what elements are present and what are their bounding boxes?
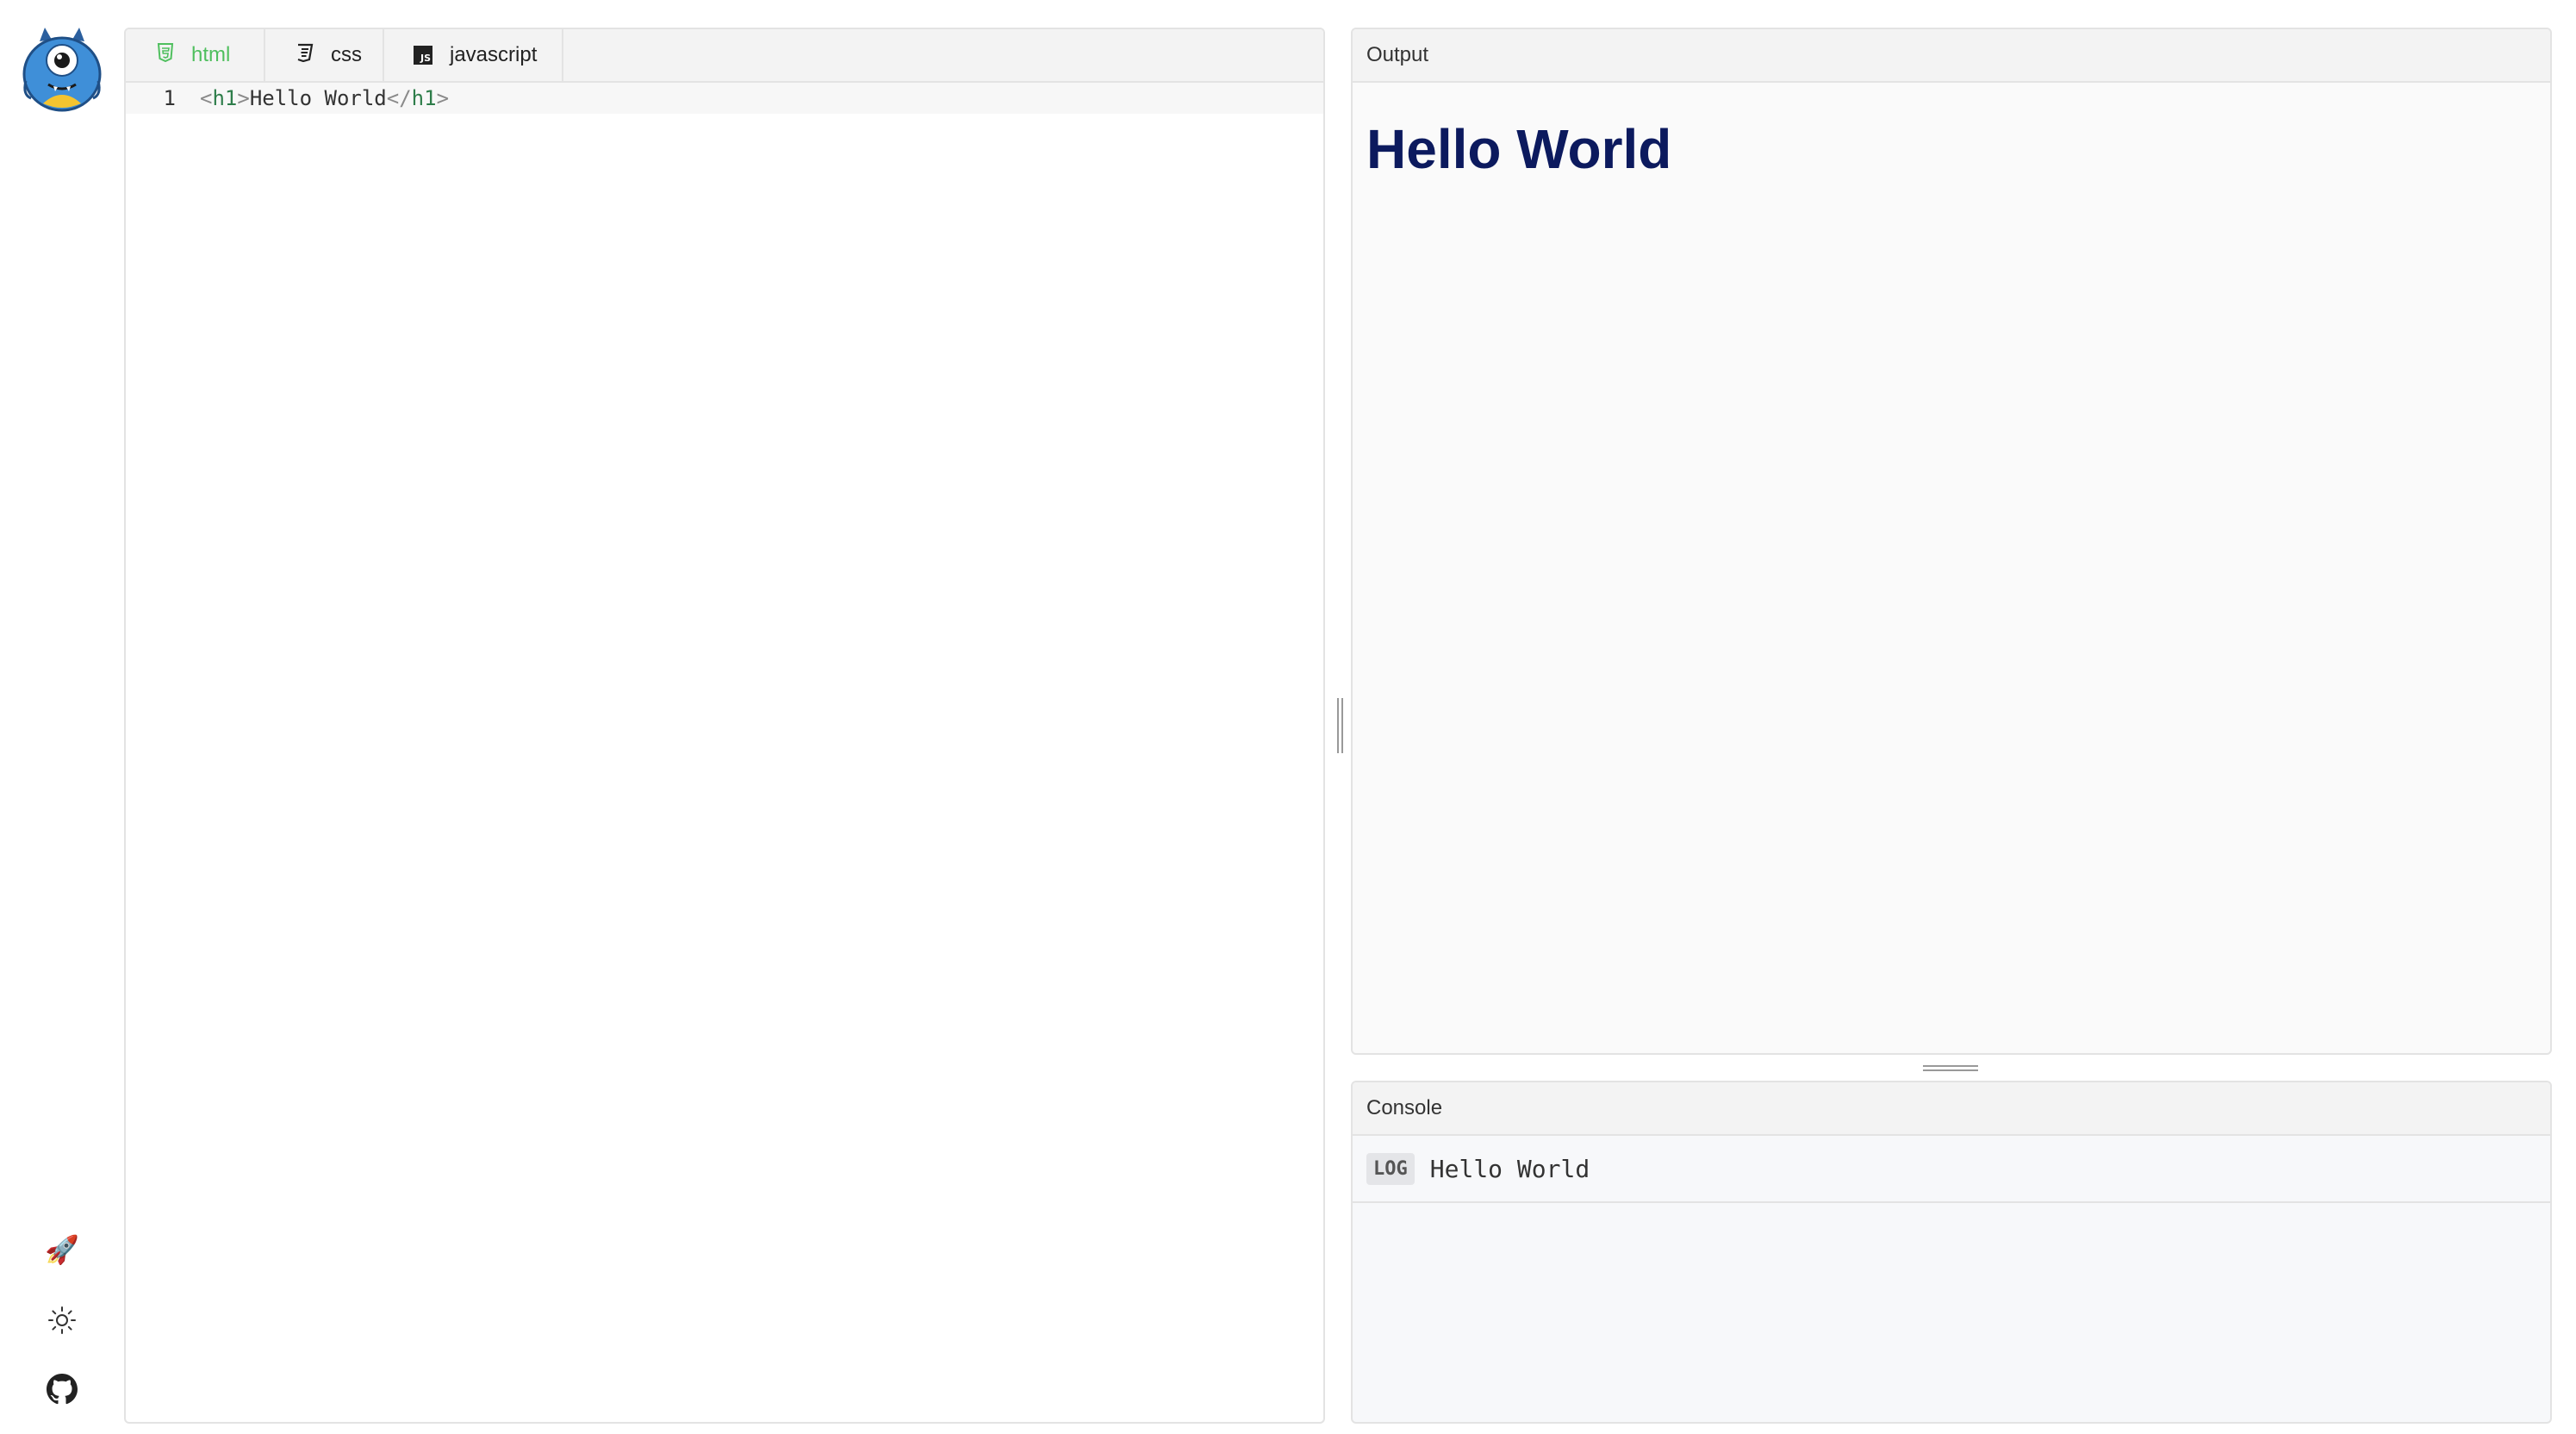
output-title: Output (1366, 43, 1429, 66)
log-level-badge: LOG (1366, 1152, 1415, 1185)
console-entry: LOG Hello World (1353, 1136, 2550, 1203)
code-editor[interactable]: 1 <h1>Hello World</h1> (126, 83, 1323, 114)
output-heading: Hello World (1366, 118, 1672, 180)
tag-bracket: </ (386, 86, 412, 110)
horizontal-split-handle[interactable] (1923, 1063, 1978, 1072)
editor-tabbar: html css JS javascript (126, 29, 1323, 83)
rocket-glyph: 🚀 (45, 1234, 79, 1265)
code-content: Hello World (249, 86, 387, 110)
tab-css[interactable]: css (265, 29, 384, 81)
code-line[interactable]: 1 <h1>Hello World</h1> (126, 83, 1323, 114)
code-text[interactable]: <h1>Hello World</h1> (193, 86, 449, 110)
console-title: Console (1366, 1096, 1443, 1119)
console-panel: Console LOG Hello World (1351, 1081, 2552, 1424)
tag-bracket: > (237, 86, 250, 110)
tab-label: css (331, 43, 362, 66)
github-icon[interactable] (41, 1369, 83, 1410)
editor-panel: html css JS javascript 1 <h1>Hello World… (124, 28, 1325, 1424)
console-header: Console (1353, 1082, 2550, 1136)
vertical-split-handle[interactable] (1335, 698, 1344, 753)
html5-icon (157, 42, 174, 68)
tab-javascript[interactable]: JS javascript (384, 29, 563, 81)
tab-html[interactable]: html (126, 29, 265, 81)
tag-name: h1 (212, 86, 238, 110)
output-preview: Hello World (1353, 83, 2550, 215)
css3-icon (295, 43, 314, 68)
monster-logo-icon[interactable] (21, 26, 103, 112)
tag-bracket: > (436, 86, 450, 110)
tab-label: html (191, 43, 231, 66)
output-panel: Output Hello World (1351, 28, 2552, 1055)
output-header: Output (1353, 29, 2550, 83)
line-number: 1 (163, 86, 176, 110)
js-icon: JS (414, 46, 432, 65)
tag-bracket: < (200, 86, 213, 110)
rocket-icon[interactable]: 🚀 (41, 1229, 83, 1270)
tab-label: javascript (450, 43, 538, 66)
tag-name: h1 (411, 86, 437, 110)
left-rail: 🚀 (0, 0, 124, 1434)
sun-icon[interactable] (41, 1300, 83, 1341)
editor-tabs: html css JS javascript (126, 29, 563, 81)
log-message: Hello World (1429, 1154, 1590, 1183)
playground-app: 🚀 html css JS javascript 1 <h1>Hello Wor… (0, 0, 2576, 1434)
